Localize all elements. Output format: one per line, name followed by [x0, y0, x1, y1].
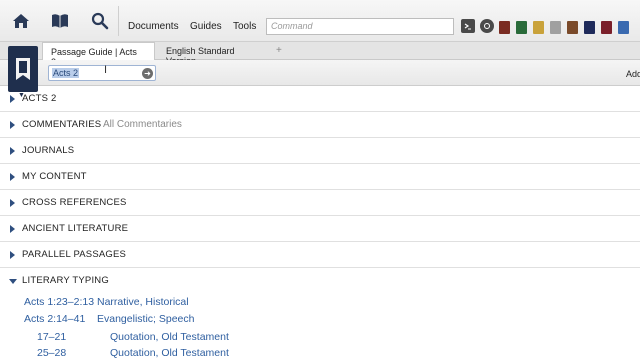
section-parallel-passages[interactable]: PARALLEL PASSAGES — [0, 242, 640, 268]
tab-english-standard-version[interactable]: English Standard Version — [158, 42, 270, 66]
section-commentaries[interactable]: COMMENTARIES All Commentaries — [0, 112, 640, 138]
library-icon[interactable] — [49, 10, 71, 32]
resource-icon-1[interactable] — [499, 21, 510, 34]
menu-documents[interactable]: Documents — [128, 21, 179, 32]
menu-tools[interactable]: Tools — [233, 21, 256, 32]
expand-triangle-icon[interactable] — [10, 251, 15, 259]
literary-ref-link[interactable]: Acts 1:23–2:13 — [24, 296, 94, 308]
command-input[interactable]: Command — [266, 18, 454, 35]
reference-value: Acts 2 — [52, 68, 80, 78]
section-title: COMMENTARIES — [22, 119, 102, 130]
resource-icon-5[interactable] — [567, 21, 578, 34]
resource-icon-6[interactable] — [584, 21, 595, 34]
resource-icon-4[interactable] — [550, 21, 561, 34]
terminal-icon[interactable] — [461, 19, 475, 33]
text-cursor-icon: I — [104, 64, 108, 76]
literary-ref-link[interactable]: 17–21 — [37, 331, 66, 343]
section-title: ANCIENT LITERATURE — [22, 223, 129, 234]
resource-icon-3[interactable] — [533, 21, 544, 34]
search-icon[interactable] — [89, 10, 111, 32]
section-title: CROSS REFERENCES — [22, 197, 127, 208]
section-title: PARALLEL PASSAGES — [22, 249, 127, 260]
main-toolbar: Documents Guides Tools Command — [0, 0, 640, 42]
expand-triangle-icon[interactable] — [10, 225, 15, 233]
resource-icon-2[interactable] — [516, 21, 527, 34]
section-title: ACTS 2 — [22, 93, 57, 104]
add-button[interactable]: Add — [626, 69, 640, 79]
section-cross-references[interactable]: CROSS REFERENCES — [0, 190, 640, 216]
section-journals[interactable]: JOURNALS — [0, 138, 640, 164]
literary-ref-link[interactable]: Acts 2:14–41 — [24, 313, 85, 325]
expand-triangle-icon[interactable] — [10, 199, 15, 207]
reference-input[interactable]: Acts 2 ➜ — [48, 65, 156, 81]
expand-triangle-icon[interactable] — [10, 173, 15, 181]
literary-type-link[interactable]: Narrative, Historical — [97, 296, 189, 308]
expand-triangle-icon[interactable] — [10, 121, 15, 129]
section-my-content[interactable]: MY CONTENT — [0, 164, 640, 190]
add-tab-icon[interactable]: + — [276, 45, 282, 56]
literary-type-link[interactable]: Quotation, Old Testament — [110, 347, 229, 359]
section-ancient-literature[interactable]: ANCIENT LITERATURE — [0, 216, 640, 242]
resource-icon-7[interactable] — [601, 21, 612, 34]
command-placeholder: Command — [271, 21, 313, 31]
go-arrow-icon[interactable]: ➜ — [142, 68, 153, 79]
expand-triangle-icon[interactable] — [10, 147, 15, 155]
resource-icon-8[interactable] — [618, 21, 629, 34]
section-literary-typing[interactable]: LITERARY TYPING — [0, 268, 640, 294]
home-icon[interactable] — [10, 10, 32, 32]
section-title: LITERARY TYPING — [22, 275, 109, 286]
toolbar-divider — [118, 6, 119, 36]
literary-ref-link[interactable]: 25–28 — [37, 347, 66, 359]
section-title: JOURNALS — [22, 145, 75, 156]
tab-passage-guide[interactable]: Passage Guide | Acts 2× — [42, 42, 155, 67]
expand-triangle-icon[interactable] — [10, 95, 15, 103]
section-acts-2[interactable]: ACTS 2 — [0, 86, 640, 112]
panel-header: ▼ Acts 2 ➜ I Add — [0, 46, 640, 99]
chat-icon[interactable] — [480, 19, 494, 33]
menu-guides[interactable]: Guides — [190, 21, 222, 32]
section-subtitle[interactable]: All Commentaries — [103, 119, 182, 130]
section-title: MY CONTENT — [22, 171, 87, 182]
tab-strip: Passage Guide | Acts 2× English Standard… — [0, 42, 640, 67]
literary-type-link[interactable]: Quotation, Old Testament — [110, 331, 229, 343]
collapse-triangle-icon[interactable] — [9, 279, 17, 284]
literary-type-link[interactable]: Evangelistic; Speech — [97, 313, 194, 325]
